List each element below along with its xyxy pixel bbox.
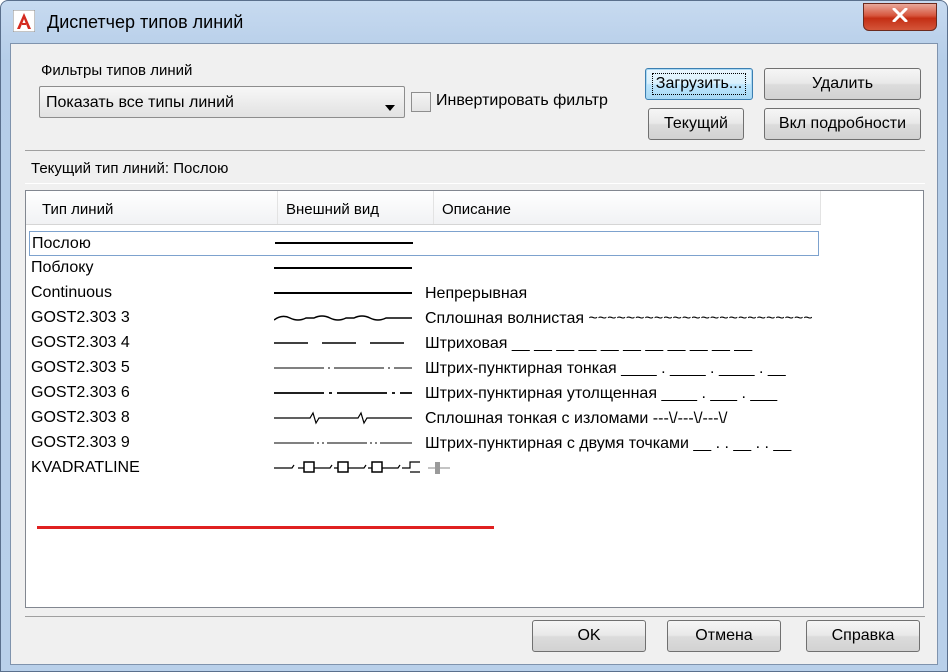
linetype-name: GOST2.303 4 xyxy=(31,334,130,351)
linetype-preview xyxy=(274,367,412,369)
current-button-label: Текущий xyxy=(664,115,728,132)
list-item[interactable]: Continuous Непрерывная xyxy=(29,281,819,306)
ok-button[interactable]: OK xyxy=(532,620,646,652)
linetype-description: Штрих-пунктирная с двумя точками __ . . … xyxy=(425,435,792,452)
list-item[interactable]: KVADRATLINE xyxy=(29,456,819,481)
linetype-name: GOST2.303 5 xyxy=(31,359,130,376)
details-button[interactable]: Вкл подробности xyxy=(764,108,921,140)
autocad-logo-icon xyxy=(12,9,36,33)
list-item[interactable]: GOST2.303 3 Сплошная волнистая ~~~~~~~~~… xyxy=(29,306,819,331)
linetype-name: Поблоку xyxy=(31,259,94,276)
linetype-description: Непрерывная xyxy=(425,285,528,302)
current-button[interactable]: Текущий xyxy=(648,108,744,140)
help-button[interactable]: Справка xyxy=(806,620,920,652)
cancel-button[interactable]: Отмена xyxy=(667,620,781,652)
linetype-description: Штриховая __ __ __ __ __ __ __ __ __ __ … xyxy=(425,335,753,352)
linetype-manager-window: Диспетчер типов линий Фильтры типов лини… xyxy=(0,0,948,672)
highlight-underline xyxy=(37,526,494,529)
linetype-preview xyxy=(274,392,412,394)
linetype-name: GOST2.303 3 xyxy=(31,309,130,326)
load-button-label: Загрузить... xyxy=(651,73,747,95)
list-item[interactable]: GOST2.303 6 Штрих-пунктирная утолщенная … xyxy=(29,381,819,406)
list-item[interactable]: GOST2.303 8 Сплошная тонкая с изломами -… xyxy=(29,406,819,431)
list-item[interactable]: GOST2.303 5 Штрих-пунктирная тонкая ____… xyxy=(29,356,819,381)
window-title: Диспетчер типов линий xyxy=(47,12,244,32)
filter-selected-value: Показать все типы линий xyxy=(46,94,234,111)
list-header: Тип линий Внешний вид Описание xyxy=(26,191,821,225)
linetype-name: GOST2.303 6 xyxy=(31,384,130,401)
linetype-description: Штрих-пунктирная утолщенная ____ . ___ .… xyxy=(425,385,778,402)
linetype-preview xyxy=(274,292,412,294)
linetype-description: Штрих-пунктирная тонкая ____ . ____ . __… xyxy=(425,360,786,377)
load-button[interactable]: Загрузить... xyxy=(645,68,753,100)
current-linetype-label: Текущий тип линий: Послою xyxy=(25,150,925,184)
linetype-preview xyxy=(274,342,412,344)
linetype-description: Сплошная волнистая ~~~~~~~~~~~~~~~~~~~~~… xyxy=(425,310,813,327)
delete-button[interactable]: Удалить xyxy=(764,68,921,100)
column-header-appearance[interactable]: Внешний вид xyxy=(278,191,434,224)
linetype-preview xyxy=(275,242,413,244)
column-header-description[interactable]: Описание xyxy=(434,191,821,224)
linetype-name: GOST2.303 8 xyxy=(31,409,130,426)
linetype-name: Continuous xyxy=(31,284,112,301)
close-icon xyxy=(892,7,908,27)
title-bar[interactable]: Диспетчер типов линий xyxy=(1,1,947,43)
invert-filter-label[interactable]: Инвертировать фильтр xyxy=(436,92,608,110)
filter-dropdown[interactable]: Показать все типы линий xyxy=(39,86,405,118)
linetype-preview xyxy=(274,315,412,321)
linetype-name: KVADRATLINE xyxy=(31,459,140,476)
ok-button-label: OK xyxy=(577,627,601,644)
linetype-preview xyxy=(274,411,412,425)
list-item[interactable]: Поблоку xyxy=(29,256,819,281)
dialog-body: Фильтры типов линий Показать все типы ли… xyxy=(10,43,938,665)
linetype-description: Сплошная тонкая с изломами ---\/---\/---… xyxy=(425,410,728,427)
linetype-name: Послою xyxy=(32,235,91,252)
help-button-label: Справка xyxy=(831,627,895,644)
delete-button-label: Удалить xyxy=(811,75,874,92)
linetype-preview xyxy=(274,461,450,474)
list-item[interactable]: GOST2.303 9 Штрих-пунктирная с двумя точ… xyxy=(29,431,819,456)
list-item[interactable]: Послою xyxy=(29,231,819,256)
chevron-down-icon xyxy=(384,99,396,117)
linetype-list[interactable]: Тип линий Внешний вид Описание Послою По… xyxy=(25,190,924,608)
details-button-label: Вкл подробности xyxy=(778,115,907,132)
linetype-preview xyxy=(274,267,412,269)
list-item[interactable]: GOST2.303 4 Штриховая __ __ __ __ __ __ … xyxy=(29,331,819,356)
close-button[interactable] xyxy=(863,3,937,31)
linetype-preview xyxy=(274,442,412,444)
linetype-name: GOST2.303 9 xyxy=(31,434,130,451)
separator xyxy=(25,616,925,617)
column-header-linetype[interactable]: Тип линий xyxy=(26,191,278,224)
cancel-button-label: Отмена xyxy=(695,627,753,644)
filter-label: Фильтры типов линий xyxy=(41,62,193,79)
invert-filter-checkbox[interactable] xyxy=(411,92,431,112)
